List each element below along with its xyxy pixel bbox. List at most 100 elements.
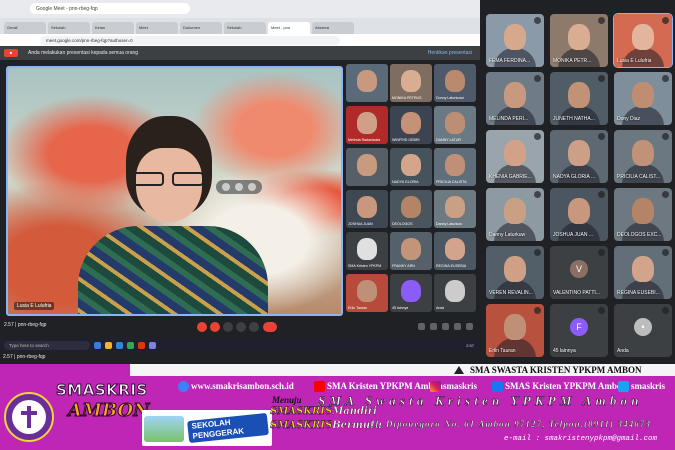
mic-muted-icon [662, 17, 669, 24]
inner-participant-tile[interactable]: JOSHUA JUAN [346, 190, 388, 228]
participant-name: Melinda Radasiwala [348, 138, 381, 142]
tile-hover-controls[interactable] [216, 180, 262, 194]
participant-name: Anda [617, 348, 629, 354]
participant-tile[interactable]: V VALENTINO PATTI... [550, 246, 608, 299]
inner-participant-tile[interactable]: SMA Kristen YPKPM [346, 232, 388, 270]
school-address: Jl. Diponegoro No. 61 Ambon 97127, Telpo… [370, 419, 652, 429]
inner-participant-tile[interactable]: WINFRID GEBRI [390, 106, 432, 144]
info-icon[interactable] [418, 323, 425, 330]
motto-bermutu: SMASKRISBermutu [270, 420, 383, 431]
office-icon[interactable] [138, 341, 145, 349]
other-social-link[interactable]: smaskris [618, 380, 665, 392]
participant-tile[interactable]: JOSHUA JUAN ... [550, 188, 608, 241]
participant-tile[interactable]: Lusia E Lulufria [613, 13, 673, 68]
participant-tile[interactable]: DEOLOGOS EXC... [614, 188, 672, 241]
participant-tile[interactable]: NADYA GLORIA ... [550, 130, 608, 183]
participant-tile[interactable]: PRICILIA CALIST... [614, 130, 672, 183]
task-view-icon[interactable] [94, 341, 101, 349]
camera-off-icon[interactable] [210, 322, 220, 332]
participant-tile[interactable]: FEMA FERDINA... [486, 14, 544, 67]
participant-tile[interactable]: Dony Diaz [614, 72, 672, 125]
pin-icon[interactable] [222, 183, 230, 191]
participant-tile[interactable]: REGINA EUSEBI... [614, 246, 672, 299]
chrome-icon[interactable] [127, 341, 134, 349]
teams-icon[interactable] [149, 341, 156, 349]
captions-icon[interactable] [223, 322, 233, 332]
school-building-icon [454, 366, 464, 374]
participant-face [568, 82, 590, 108]
inner-participant-tile[interactable]: FRANKY ARN [390, 232, 432, 270]
more-icon[interactable] [248, 183, 256, 191]
taskbar-clock: 2.57 [466, 342, 474, 348]
mic-muted-icon [598, 17, 605, 24]
inner-participant-tile[interactable]: DANNY LATUR [434, 106, 476, 144]
inner-participant-tile[interactable]: Donny Laturkuwe [434, 64, 476, 102]
stop-icon[interactable]: ■ [4, 49, 18, 57]
mic-muted-icon [534, 75, 541, 82]
browser-tab[interactable]: Meet - pnn [268, 22, 310, 34]
participant-name: JUNETH NATHA... [553, 116, 595, 122]
outer-app-tab[interactable]: Google Meet - pnn-rbeg-fqp [30, 3, 190, 14]
participant-face [504, 198, 526, 224]
facebook-link[interactable]: SMAS Kristen YPKPM Ambon [492, 380, 626, 392]
participant-tile[interactable]: Danny Laturkuw [486, 188, 544, 241]
file-explorer-icon[interactable] [105, 341, 112, 349]
browser-tab[interactable]: Absensi [312, 22, 354, 34]
mic-muted-icon [534, 249, 541, 256]
mic-muted-icon [534, 133, 541, 140]
youtube-link[interactable]: SMA Kristen YPKPM Ambon [314, 380, 443, 392]
chat-icon[interactable] [442, 323, 449, 330]
inner-participant-tile[interactable]: Anda [434, 274, 476, 312]
activities-icon[interactable] [454, 323, 461, 330]
mute-icon[interactable] [235, 183, 243, 191]
lock-icon[interactable] [466, 323, 473, 330]
inner-participant-tile[interactable]: REGINA EUSEBIA [434, 232, 476, 270]
inner-participant-tile[interactable]: Melinda Radasiwala [346, 106, 388, 144]
participant-tile[interactable]: VEREN REVALIN... [486, 246, 544, 299]
browser-tab[interactable]: Kelas [92, 22, 134, 34]
inner-participant-tile[interactable] [346, 148, 388, 186]
end-call-icon[interactable] [263, 322, 277, 332]
participant-face [504, 140, 526, 166]
participant-name: JOSHUA JUAN [348, 222, 373, 226]
participant-tile[interactable]: MELINDA PERI... [486, 72, 544, 125]
participant-tile[interactable]: F 45 lainnya [550, 304, 608, 357]
inner-participant-tile[interactable]: Erlin Tauran [346, 274, 388, 312]
participant-tile[interactable]: MONIKA PETR... [550, 14, 608, 67]
participant-tile[interactable]: KHENIA GABRIE... [486, 130, 544, 183]
participant-tile[interactable]: Erlin Tauran [486, 304, 544, 357]
instagram-link[interactable]: smaskris [430, 380, 477, 392]
website-link[interactable]: www.smakrisambon.sch.id [178, 380, 294, 392]
stop-presenting-link[interactable]: Hentikan presentasi [428, 50, 472, 56]
windows-taskbar: Type here to search 2.57 [0, 338, 480, 352]
participant-tile[interactable]: JUNETH NATHA... [550, 72, 608, 125]
participant-name: VEREN REVALIN... [489, 290, 533, 296]
inner-participant-tile[interactable] [346, 64, 388, 102]
browser-tab[interactable]: Sekolah [224, 22, 266, 34]
inner-participant-tile[interactable]: Danny Laturkuw [434, 190, 476, 228]
participant-tile[interactable]: • Anda [614, 304, 672, 357]
inner-participant-tile[interactable]: DEOLOGOS [390, 190, 432, 228]
browser-tab[interactable]: Sekolah [48, 22, 90, 34]
mic-off-icon[interactable] [197, 322, 207, 332]
inner-participant-tile[interactable]: NADYA GLORIA [390, 148, 432, 186]
browser-tab[interactable]: Dokumen [180, 22, 222, 34]
presenting-message: Anda melakukan presentasi kepada semua o… [28, 50, 139, 56]
inner-participant-grid: MONIKA PETRUS Donny Laturkuwe Melinda Rada… [346, 64, 478, 318]
url-field[interactable]: meet.google.com/pnn-rbeg-fqp?authuser=0 [40, 35, 340, 45]
participant-photo [445, 280, 465, 302]
edge-icon[interactable] [116, 341, 123, 349]
meeting-time-code: 2.57 | pnn-rbeg-fqp [4, 322, 47, 328]
mic-muted-icon [598, 249, 605, 256]
browser-tab[interactable]: Meet [136, 22, 178, 34]
inner-participant-tile[interactable]: MONIKA PETRUS [390, 64, 432, 102]
inner-participant-tile[interactable]: PRICILIA CALISTA [434, 148, 476, 186]
people-icon[interactable] [430, 323, 437, 330]
more-options-icon[interactable] [249, 322, 259, 332]
brand-smaskris: SMASKRIS [56, 381, 148, 400]
inner-participant-tile[interactable]: 45 lainnya [390, 274, 432, 312]
taskbar-search-input[interactable]: Type here to search [4, 340, 90, 350]
present-icon[interactable] [236, 322, 246, 332]
browser-tab[interactable]: Gmail [4, 22, 46, 34]
presenter-video[interactable]: Lusia E Lulufria [6, 66, 343, 316]
